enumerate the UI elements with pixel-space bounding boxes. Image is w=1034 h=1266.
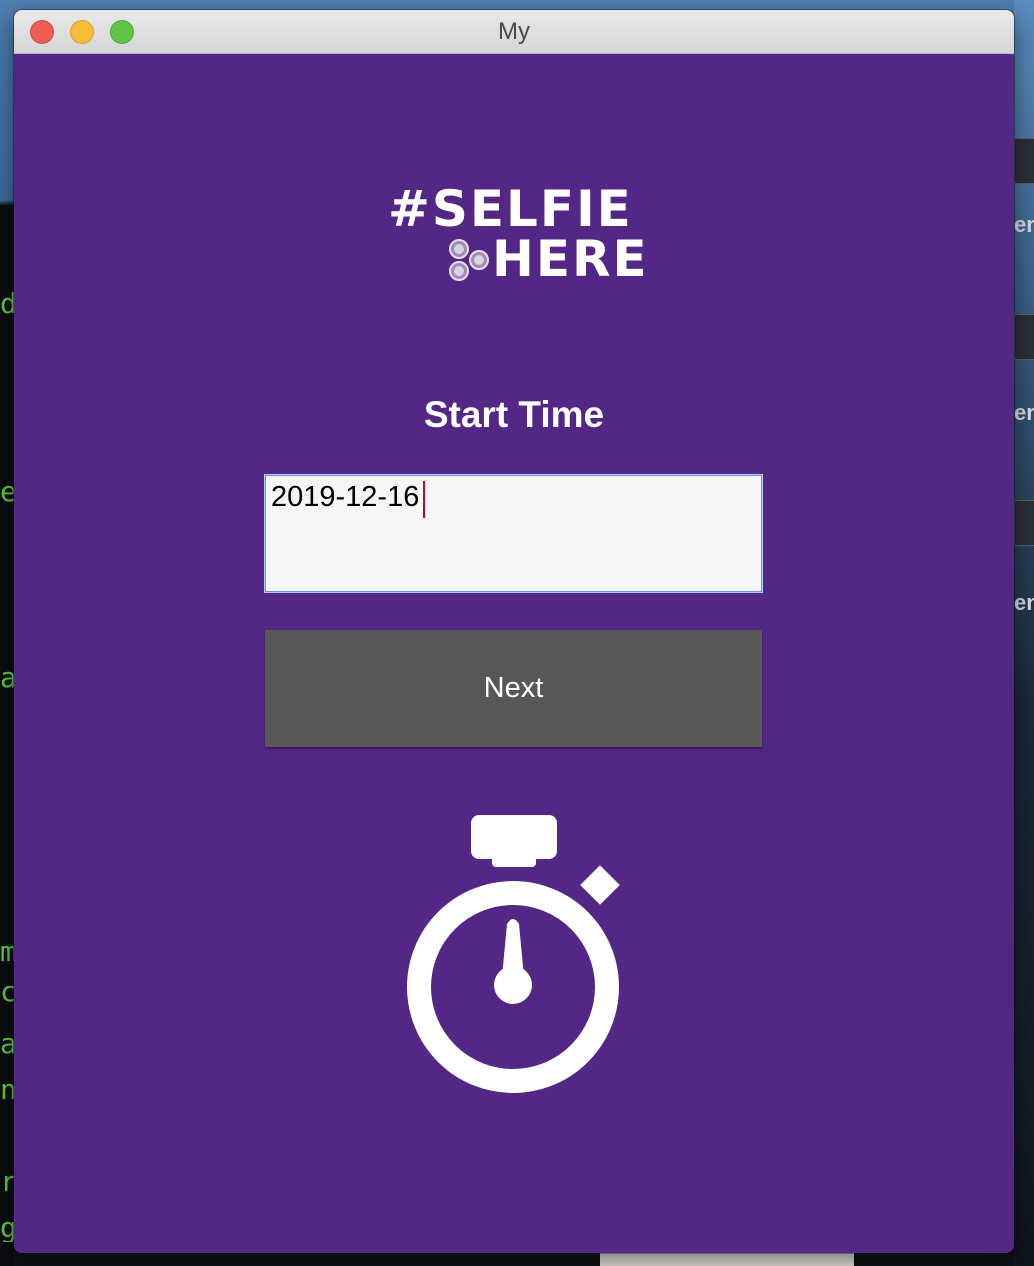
terminal-text: a xyxy=(0,664,14,692)
terminal-text: r xyxy=(0,1168,14,1196)
app-window: My #SELFIE HERE Start Time 2019-12-16 Ne… xyxy=(14,10,1014,1253)
terminal-text: m xyxy=(0,938,14,966)
dots-icon xyxy=(449,239,489,281)
terminal-text: c xyxy=(0,978,14,1006)
text-caret xyxy=(423,481,425,518)
next-button[interactable]: Next xyxy=(265,630,762,747)
background-label: en xyxy=(1014,590,1034,615)
background-thumbnail xyxy=(1014,138,1034,184)
terminal-text: g xyxy=(0,1214,14,1242)
start-time-heading: Start Time xyxy=(423,394,605,435)
background-terminal xyxy=(0,205,14,1266)
terminal-text: d xyxy=(0,290,14,318)
main-content: #SELFIE HERE Start Time 2019-12-16 Next xyxy=(14,54,1014,1253)
background-label: en xyxy=(1014,400,1034,425)
background-thumbnail xyxy=(1014,314,1034,360)
terminal-text: a xyxy=(0,1030,14,1058)
terminal-text: n xyxy=(0,1076,14,1104)
background-photo xyxy=(600,1252,854,1266)
title-bar[interactable]: My xyxy=(14,10,1014,54)
selfie-here-logo: #SELFIE HERE xyxy=(14,184,1014,284)
start-date-input[interactable]: 2019-12-16 xyxy=(265,475,762,592)
background-windows xyxy=(1014,0,1034,1266)
terminal-text: e xyxy=(0,478,14,506)
stopwatch-icon xyxy=(407,815,620,1093)
logo-line-selfie: #SELFIE xyxy=(388,180,633,238)
window-title: My xyxy=(498,18,530,45)
background-thumbnail xyxy=(1014,500,1034,546)
logo-line-here: HERE xyxy=(492,230,649,288)
background-label: en xyxy=(1014,212,1034,237)
